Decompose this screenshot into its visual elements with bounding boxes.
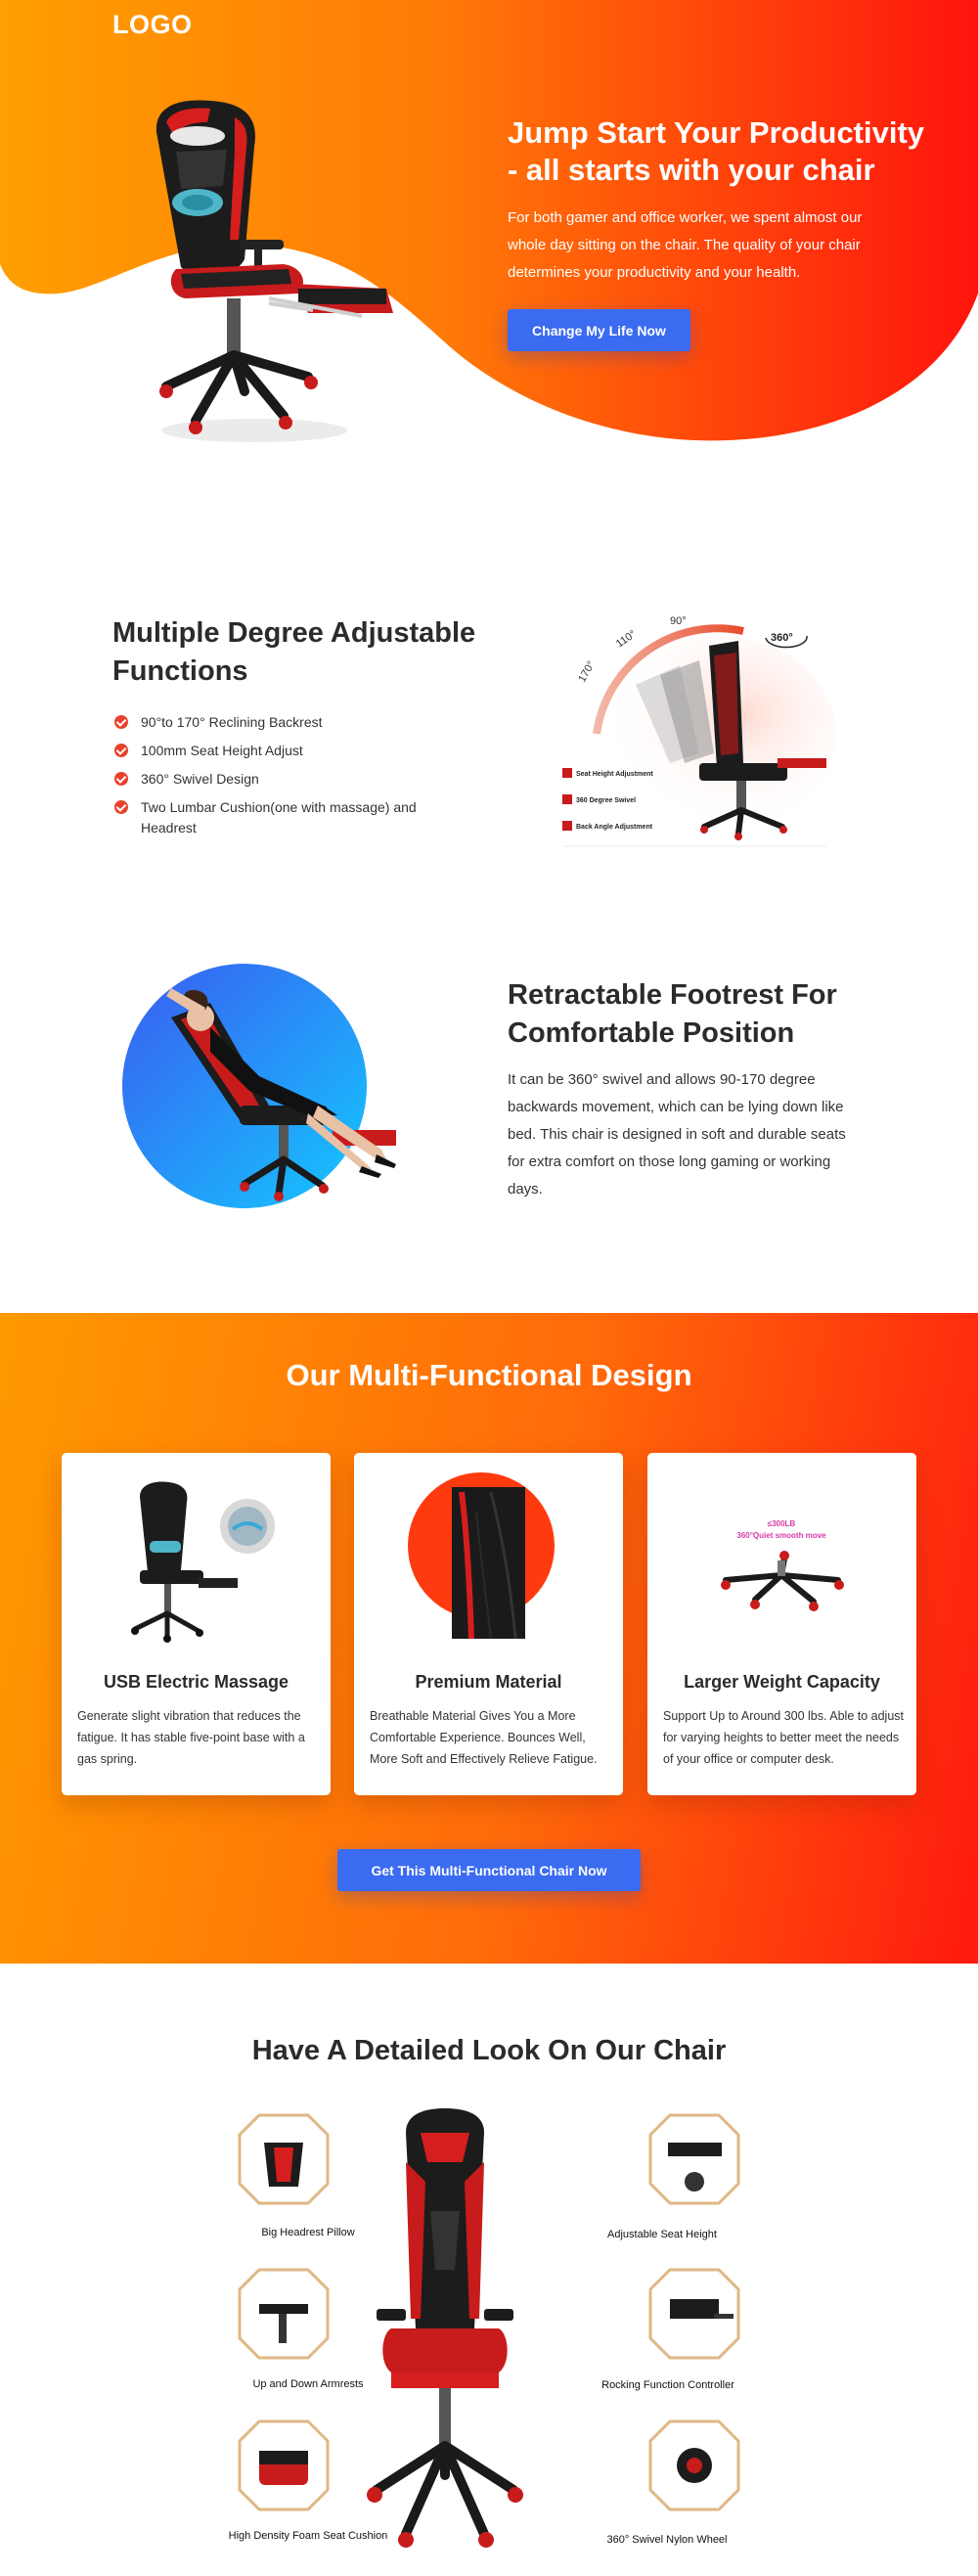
- nylon-wheel-label: 360° Swivel Nylon Wheel: [606, 2534, 728, 2546]
- back-angle-label: Back Angle Adjustment: [576, 824, 653, 831]
- multi-functional-section: Our Multi-Functional Design USB Electric…: [0, 1313, 978, 1964]
- headrest-pillow-label: Big Headrest Pillow: [261, 2227, 355, 2238]
- list-item: 100mm Seat Height Adjust: [114, 741, 447, 761]
- card-title: Premium Material: [415, 1672, 562, 1692]
- swivel-360-label: 360°: [771, 632, 793, 644]
- swivel-legend-label: 360 Degree Swivel: [576, 797, 636, 804]
- hero-chair-image: [156, 100, 393, 442]
- hero-description: For both gamer and office worker, we spe…: [508, 209, 863, 281]
- card-text: Breathable Material Gives You a More Com…: [370, 1709, 598, 1766]
- detail-title: Have A Detailed Look On Our Chair: [251, 2035, 727, 2066]
- massage-chair-image: [131, 1481, 275, 1643]
- card-premium-material: Premium Material Breathable Material Giv…: [354, 1453, 623, 1795]
- capacity-badge-weight: ≤300LB: [768, 1519, 796, 1528]
- rocking-controller-label: Rocking Function Controller: [601, 2379, 734, 2391]
- card-text: Generate slight vibration that reduces t…: [77, 1709, 305, 1766]
- adjustable-functions-list: 90°to 170° Reclining Backrest 100mm Seat…: [114, 712, 447, 846]
- list-item: Two Lumbar Cushion(one with massage) and…: [114, 797, 447, 838]
- footrest-title: Retractable Footrest For Comfortable Pos…: [508, 979, 837, 1049]
- list-item: 360° Swivel Design: [114, 769, 447, 790]
- logo[interactable]: LOGO: [112, 10, 193, 40]
- list-item: 90°to 170° Reclining Backrest: [114, 712, 447, 733]
- foam-cushion-label: High Density Foam Seat Cushion: [228, 2530, 388, 2542]
- hero-title: Jump Start Your Productivity - all start…: [508, 115, 925, 187]
- card-weight-capacity: ≤300LB 360°Quiet smooth move Larger Weig…: [647, 1453, 916, 1795]
- capacity-badge-move: 360°Quiet smooth move: [736, 1531, 826, 1540]
- material-closeup-image: [408, 1472, 555, 1640]
- get-chair-button[interactable]: Get This Multi-Functional Chair Now: [337, 1849, 641, 1891]
- seat-height-label: Seat Height Adjustment: [576, 771, 653, 778]
- check-icon: [114, 772, 128, 786]
- check-icon: [114, 744, 128, 757]
- recline-diagram-image: 170° 110° 90° 360° Seat Height Adjustmen…: [543, 607, 836, 861]
- check-icon: [114, 800, 128, 814]
- adjustable-functions-title: Multiple Degree Adjustable Functions: [112, 617, 476, 687]
- seat-height-label: Adjustable Seat Height: [607, 2229, 717, 2240]
- chair-base-image: ≤300LB 360°Quiet smooth move: [721, 1519, 844, 1611]
- change-my-life-button[interactable]: Change My Life Now: [508, 309, 690, 351]
- angle-90-label: 90°: [670, 615, 687, 627]
- check-icon: [114, 715, 128, 729]
- reclining-model-image: [122, 964, 396, 1208]
- card-title: Larger Weight Capacity: [684, 1672, 880, 1692]
- armrests-label: Up and Down Armrests: [252, 2378, 364, 2390]
- hero-section: LOGO Jump Start Your Productivity - all …: [0, 0, 978, 460]
- multi-functional-title: Our Multi-Functional Design: [286, 1358, 692, 1392]
- card-text: Support Up to Around 300 lbs. Able to ad…: [663, 1709, 905, 1766]
- chair-detail-image: [238, 2108, 740, 2548]
- card-title: USB Electric Massage: [103, 1672, 289, 1692]
- footrest-description: It can be 360° swivel and allows 90-170 …: [508, 1071, 846, 1198]
- card-usb-massage: USB Electric Massage Generate slight vib…: [62, 1453, 331, 1795]
